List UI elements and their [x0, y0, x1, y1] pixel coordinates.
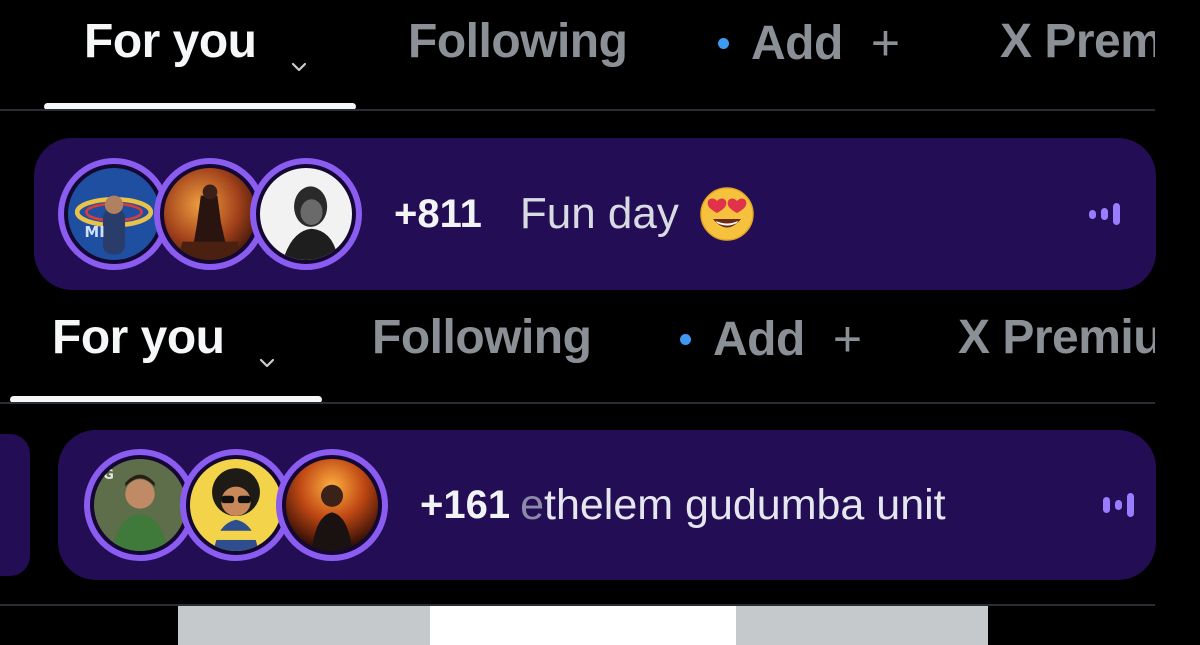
tab-for-you-label: For you — [84, 15, 257, 68]
media-preview-left[interactable] — [178, 606, 430, 645]
space-avatar-stack: MI — [58, 158, 362, 270]
plus-icon: + — [832, 311, 862, 367]
tab-add[interactable]: Add + — [680, 310, 862, 368]
avatar-bw-portrait — [250, 158, 362, 270]
space-avatar-stack: G — [84, 449, 388, 561]
tab-for-you[interactable]: For you — [52, 310, 275, 367]
tab-bar-divider — [0, 109, 1155, 111]
tab-add-label: Add — [713, 312, 805, 366]
tab-x-premium-label: X Premium — [958, 311, 1155, 364]
heart-eyes-emoji-icon — [699, 186, 755, 242]
space-title-text: thelem gudumba unit — [544, 480, 946, 529]
home-tab-bar-repeat: For you Following Add + X Premium — [0, 292, 1155, 402]
media-preview-center[interactable] — [430, 606, 736, 645]
space-listener-count: +811 — [394, 191, 482, 236]
space-card-gudumba-unit[interactable]: G +161 e thelem gudumba unit — [58, 430, 1156, 580]
plus-icon: + — [870, 15, 900, 71]
tab-x-premium[interactable]: X Premium — [1000, 14, 1155, 69]
tab-bar-divider — [0, 402, 1155, 404]
screenshot-stage: For you Following Add + X Premium — [0, 0, 1200, 645]
chevron-down-icon[interactable] — [291, 32, 307, 71]
tab-following-label: Following — [408, 15, 628, 68]
media-preview-right[interactable] — [736, 606, 988, 645]
tab-following[interactable]: Following — [372, 310, 592, 365]
tab-for-you[interactable]: For you — [84, 14, 307, 71]
unread-dot-icon — [680, 333, 691, 345]
tab-for-you-label: For you — [52, 311, 225, 364]
space-card-fun-day[interactable]: MI +811 Fun day — [34, 138, 1156, 290]
space-title-faded-text: e — [520, 480, 545, 529]
tab-x-premium-label: X Premium — [1000, 15, 1155, 68]
svg-text:MI: MI — [85, 224, 105, 241]
previous-space-card-edge[interactable] — [0, 434, 30, 576]
space-title-text: Fun day — [519, 189, 679, 238]
space-title: e thelem gudumba unit — [520, 481, 946, 530]
avatar-fire-portrait — [276, 449, 388, 561]
live-audio-bars-icon — [1103, 493, 1134, 517]
tab-add-label: Add — [751, 16, 843, 70]
home-tab-bar: For you Following Add + X Premium — [0, 0, 1155, 110]
tab-x-premium[interactable]: X Premium — [958, 310, 1155, 365]
tab-following-label: Following — [372, 311, 592, 364]
space-listener-count: +161 — [420, 482, 511, 527]
unread-dot-icon — [718, 37, 729, 49]
tab-following[interactable]: Following — [408, 14, 628, 69]
chevron-down-icon[interactable] — [259, 328, 275, 367]
space-title: Fun day — [520, 186, 755, 242]
live-audio-bars-icon — [1089, 203, 1120, 225]
tab-add[interactable]: Add + — [718, 14, 900, 72]
svg-text:G: G — [103, 468, 114, 483]
